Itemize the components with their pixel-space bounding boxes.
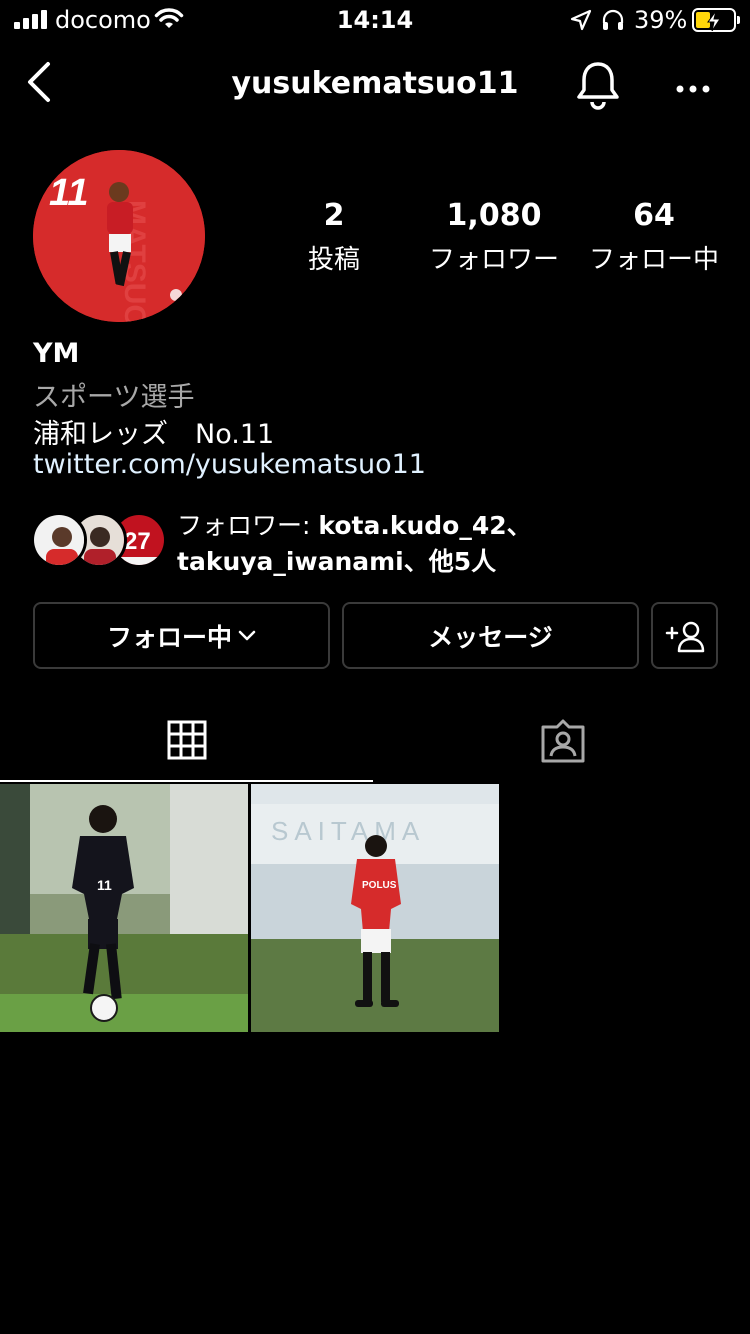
stat-followers-label: フォロワー	[428, 245, 559, 275]
following-button[interactable]: フォロー中	[33, 602, 330, 669]
headphones-icon	[601, 8, 625, 36]
profile-tabs	[0, 700, 750, 784]
bell-icon[interactable]	[574, 60, 622, 114]
followed-by-text: フォロワー: kota.kudo_42、 takuya_iwanami、他5人	[177, 508, 532, 580]
tagged-icon	[540, 719, 586, 763]
stat-posts-label: 投稿	[307, 245, 360, 275]
battery-icon	[692, 8, 740, 32]
stat-following-label: フォロー中	[588, 245, 719, 275]
followed-by-user[interactable]: kota.kudo_42	[318, 511, 506, 540]
followed-by-separator: 、	[506, 511, 532, 540]
stat-following[interactable]: 64 フォロー中	[584, 198, 724, 276]
post-thumbnail[interactable]: 11	[0, 784, 248, 1032]
post-thumbnail[interactable]: SAITAMA POLUS	[251, 784, 499, 1032]
message-button-label: メッセージ	[428, 622, 553, 652]
stat-posts[interactable]: 2 投稿	[294, 198, 374, 276]
followed-by-suffix: 、他5人	[403, 547, 497, 576]
profile-username: yusukematsuo11	[231, 66, 519, 101]
tab-posts-grid[interactable]	[0, 700, 373, 782]
profile-description: 浦和レッズ No.11	[33, 419, 275, 450]
location-arrow-icon	[570, 9, 592, 35]
chevron-down-icon	[238, 630, 256, 642]
profile-nav-bar: yusukematsuo11	[0, 48, 750, 118]
stat-followers-count: 1,080	[446, 198, 542, 233]
followed-by[interactable]: 27 フォロワー: kota.kudo_42、 takuya_iwanami、他…	[31, 508, 723, 580]
profile-display-name: YM	[33, 338, 80, 369]
more-icon[interactable]	[676, 78, 710, 97]
follower-avatar-number: 27	[124, 528, 151, 555]
post-sponsor-text: POLUS	[362, 880, 397, 891]
suggest-users-button[interactable]	[651, 602, 718, 669]
follower-avatar	[31, 512, 87, 568]
avatar-number: 11	[49, 172, 88, 214]
message-button[interactable]: メッセージ	[342, 602, 639, 669]
stat-followers[interactable]: 1,080 フォロワー	[424, 198, 564, 276]
followed-by-user[interactable]: takuya_iwanami	[177, 547, 404, 576]
stat-posts-count: 2	[323, 198, 345, 233]
tab-tagged[interactable]	[375, 700, 750, 782]
profile-avatar[interactable]: 11 MATSUO	[33, 150, 205, 322]
stat-following-count: 64	[633, 198, 675, 233]
following-button-label: フォロー中	[106, 622, 232, 652]
grid-icon	[167, 720, 207, 760]
post-jersey-number: 11	[97, 877, 112, 893]
profile-category: スポーツ選手	[33, 382, 195, 413]
post-stadium-text: SAITAMA	[271, 816, 425, 846]
followed-by-prefix: フォロワー:	[177, 511, 319, 540]
add-person-icon	[665, 619, 705, 653]
status-bar: docomo 14:14 39%	[0, 0, 750, 40]
profile-link[interactable]: twitter.com/yusukematsuo11	[33, 449, 723, 486]
battery-percent: 39%	[634, 6, 688, 34]
profile-bio: YM スポーツ選手 浦和レッズ No.11 twitter.com/yusuke…	[33, 338, 723, 486]
